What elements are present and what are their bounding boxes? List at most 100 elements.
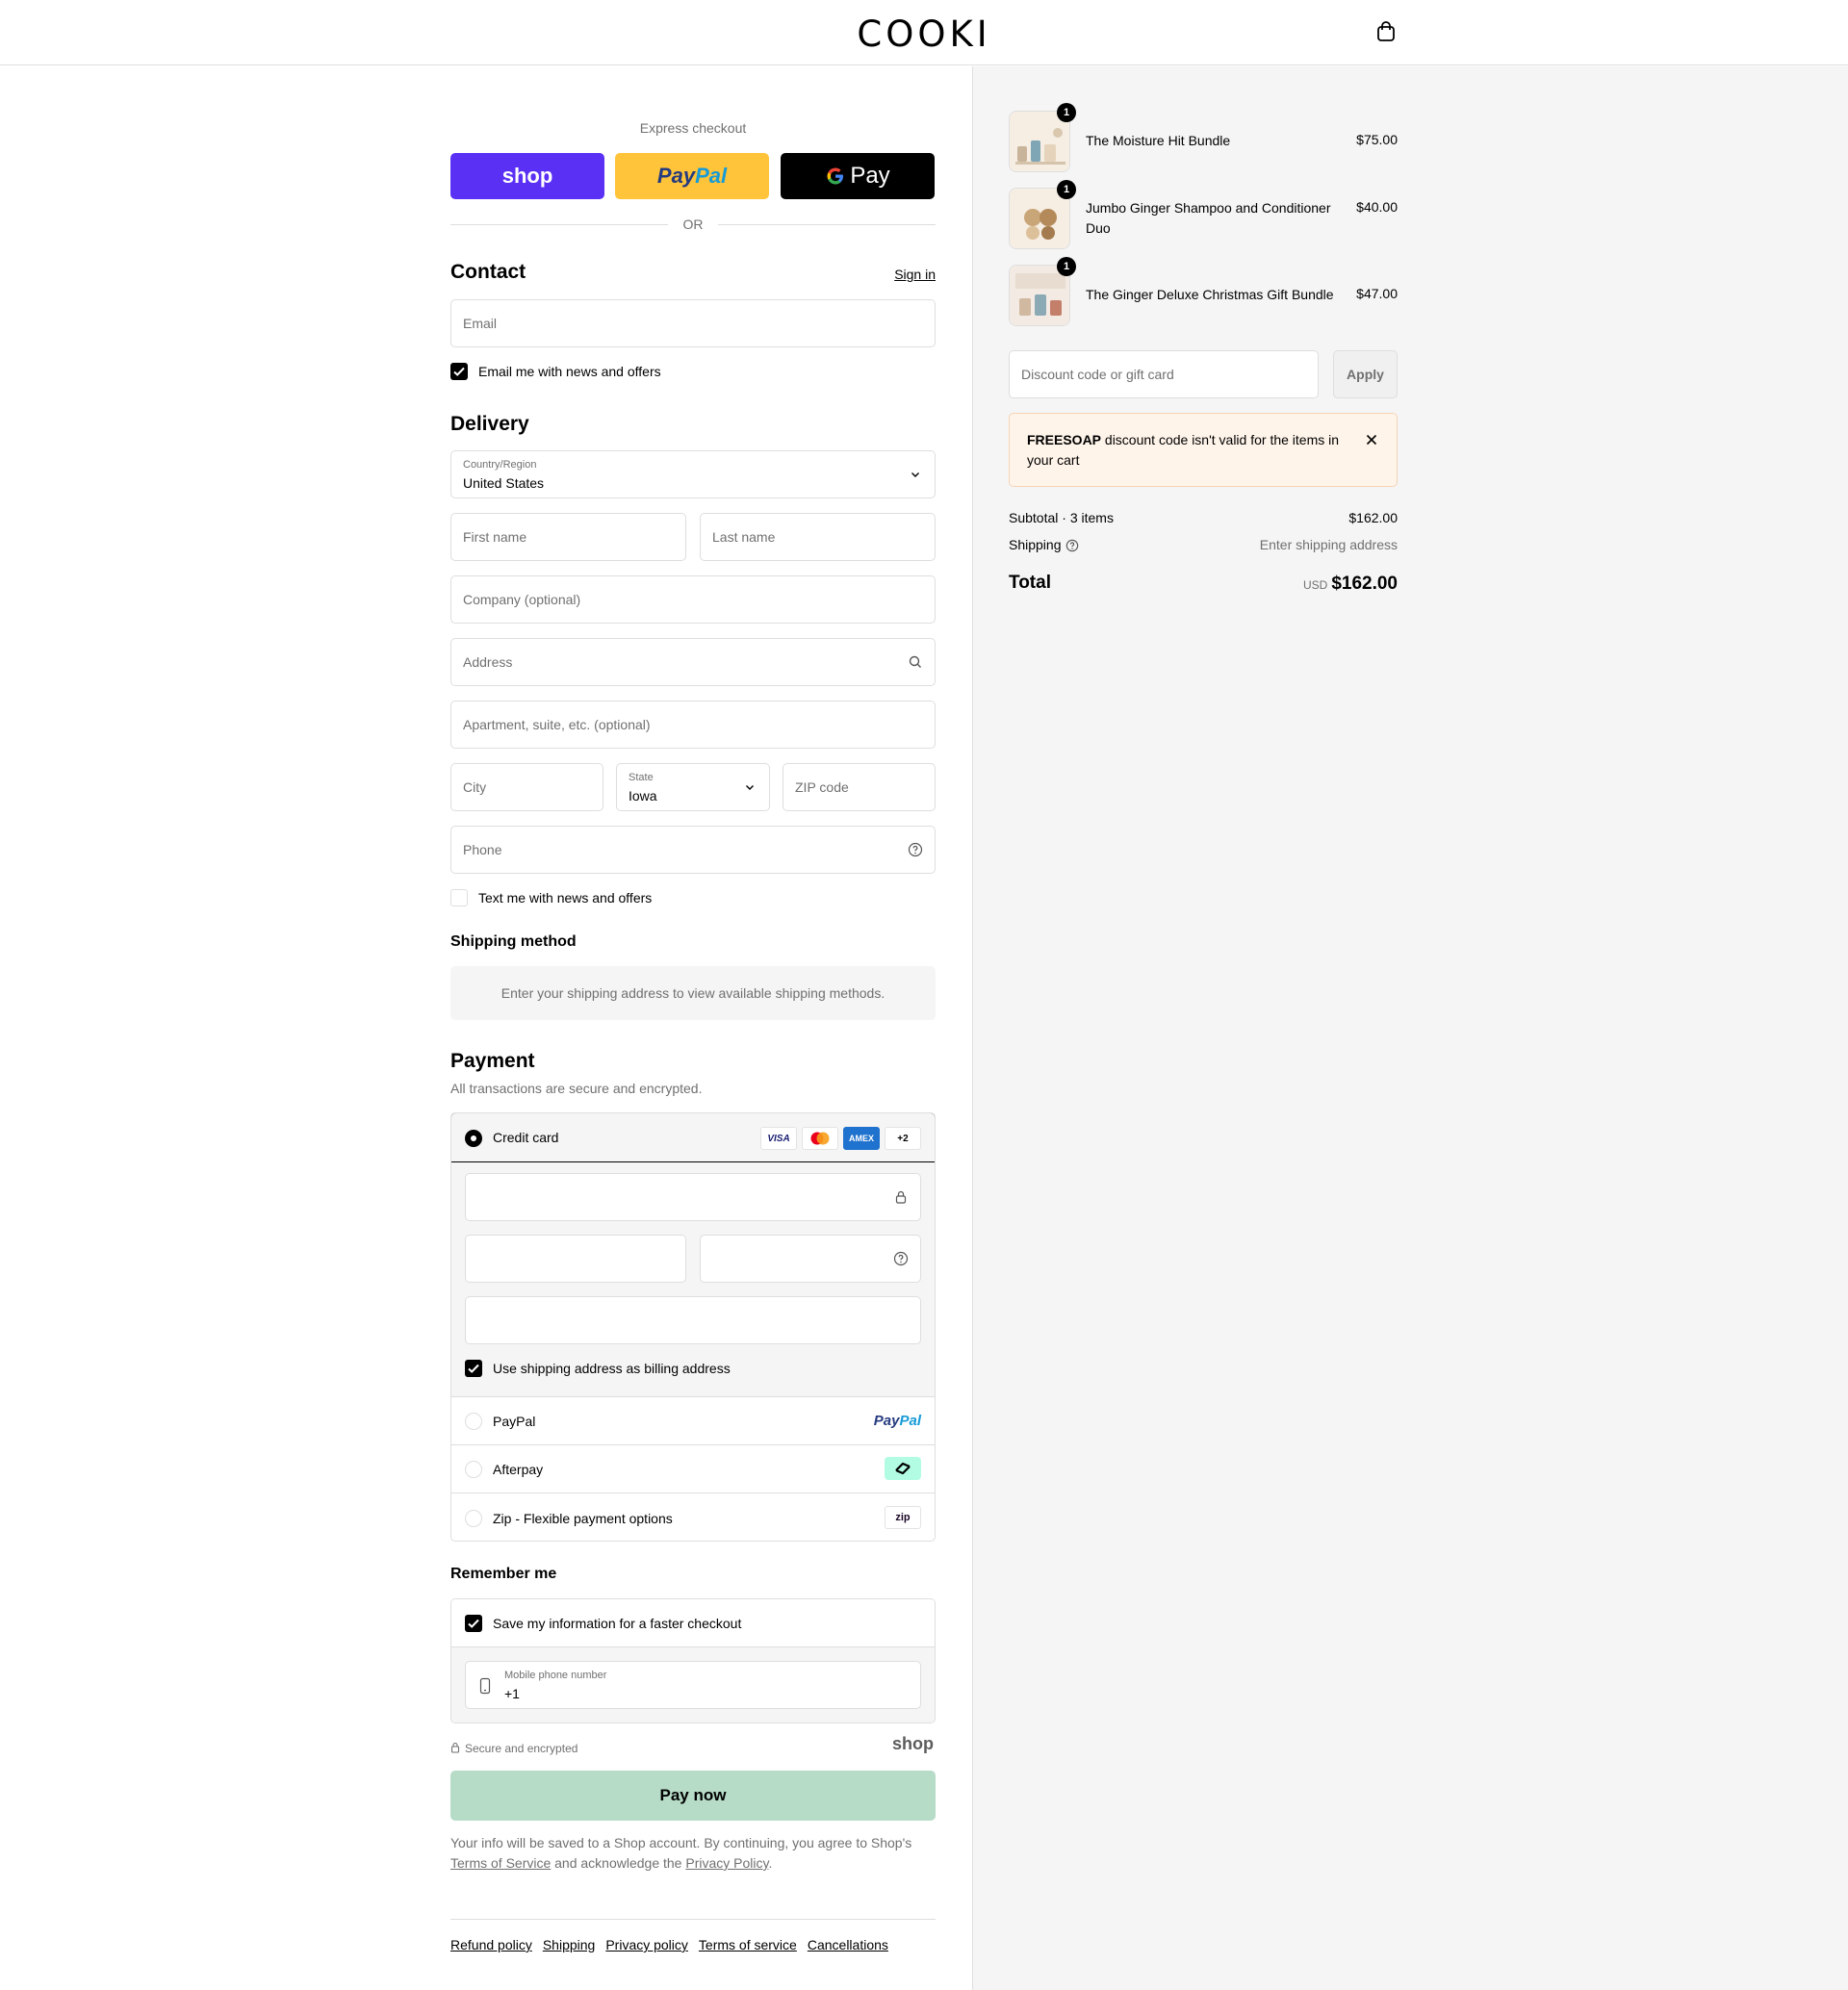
shipping-row: Shipping Enter shipping address (1009, 537, 1398, 552)
email-news-checkbox[interactable] (450, 363, 468, 380)
afterpay-arrows (895, 1462, 911, 1475)
first-name-field[interactable]: First name (450, 513, 686, 561)
paypal-logo-part2: Pal (899, 1413, 921, 1429)
billing-address-checkbox[interactable] (465, 1360, 482, 1377)
shipping-policy-link[interactable]: Shipping (543, 1937, 596, 1952)
last-name-field[interactable]: Last name (700, 513, 936, 561)
terms-of-service-link[interactable]: Terms of service (699, 1937, 797, 1952)
sign-in-link[interactable]: Sign in (894, 267, 936, 282)
paypal-icon: PayPal (874, 1413, 921, 1429)
product-price: $75.00 (1356, 132, 1398, 147)
last-name-placeholder: Last name (712, 529, 776, 545)
paypal-option[interactable]: PayPal PayPal (451, 1397, 935, 1445)
save-info-row: Save my information for a faster checkou… (451, 1599, 935, 1647)
disclaimer-text: Your info will be saved to a Shop accoun… (450, 1835, 912, 1850)
help-circle-icon[interactable] (908, 842, 923, 857)
help-circle-icon[interactable] (1065, 539, 1079, 552)
city-field[interactable]: City (450, 763, 603, 811)
payment-heading: Payment (450, 1050, 535, 1072)
product-name: The Moisture Hit Bundle (1086, 133, 1231, 148)
save-info-checkbox[interactable] (465, 1615, 482, 1632)
mobile-phone-label: Mobile phone number (504, 1670, 607, 1681)
google-pay-button[interactable]: Pay (781, 153, 935, 199)
text-news-checkbox[interactable] (450, 889, 468, 906)
state-value: Iowa (629, 788, 657, 804)
apartment-field[interactable]: Apartment, suite, etc. (optional) (450, 701, 936, 749)
credit-card-label: Credit card (493, 1130, 559, 1145)
privacy-policy-link[interactable]: Privacy Policy (685, 1855, 768, 1871)
apply-discount-button[interactable]: Apply (1333, 350, 1398, 398)
subtotal-label: Subtotal · 3 items (1009, 510, 1114, 525)
quantity-badge: 1 (1057, 257, 1076, 276)
product-price: $47.00 (1356, 286, 1398, 301)
country-value: United States (463, 475, 545, 491)
more-cards-badge: +2 (885, 1127, 921, 1150)
zip-option[interactable]: Zip - Flexible payment options zip (451, 1493, 935, 1541)
subtotal-row: Subtotal · 3 items $162.00 (1009, 510, 1398, 525)
contact-heading: Contact (450, 261, 526, 283)
afterpay-radio[interactable] (465, 1461, 482, 1478)
total-label: Total (1009, 573, 1051, 593)
paypal-express-button[interactable]: Pay Pal (615, 153, 769, 199)
save-info-label: Save my information for a faster checkou… (493, 1616, 742, 1631)
name-on-card-field[interactable] (465, 1296, 921, 1344)
security-code-field[interactable] (700, 1235, 921, 1283)
paypal-logo-part2: Pal (695, 164, 728, 188)
email-field[interactable]: Email (450, 299, 936, 347)
paypal-radio[interactable] (465, 1413, 482, 1430)
discount-error-message: FREESOAP discount code isn't valid for t… (1027, 430, 1354, 471)
shop-pay-button[interactable]: shop (450, 153, 604, 199)
email-placeholder: Email (463, 316, 498, 331)
card-number-field[interactable] (465, 1173, 921, 1221)
total-value: $162.00 (1331, 574, 1398, 594)
credit-card-radio[interactable] (465, 1130, 482, 1147)
company-field[interactable]: Company (optional) (450, 575, 936, 624)
shopping-bag-icon[interactable] (1376, 21, 1396, 42)
google-g-icon (827, 167, 844, 185)
privacy-policy-link[interactable]: Privacy policy (605, 1937, 688, 1952)
afterpay-label: Afterpay (493, 1462, 544, 1477)
afterpay-option[interactable]: Afterpay (451, 1445, 935, 1493)
mobile-phone-value: +1 (504, 1686, 520, 1701)
visa-logo-text: VISA (767, 1133, 790, 1144)
zip-field[interactable]: ZIP code (783, 763, 936, 811)
address-placeholder: Address (463, 654, 513, 670)
product-name: Jumbo Ginger Shampoo and Conditioner Duo (1086, 200, 1331, 236)
chevron-down-icon (911, 472, 919, 477)
store-logo[interactable]: COOKI (0, 13, 1848, 55)
state-select[interactable]: State Iowa (616, 763, 770, 811)
check-icon (453, 367, 465, 376)
mobile-phone-field[interactable]: Mobile phone number +1 (465, 1661, 921, 1709)
address-field[interactable]: Address (450, 638, 936, 686)
expiration-date-field[interactable] (465, 1235, 686, 1283)
or-separator: OR (682, 217, 704, 232)
refund-policy-link[interactable]: Refund policy (450, 1937, 532, 1952)
terms-of-service-link[interactable]: Terms of Service (450, 1855, 551, 1871)
country-select[interactable]: Country/Region United States (450, 450, 936, 498)
cancellations-link[interactable]: Cancellations (808, 1937, 888, 1952)
shipping-method-note: Enter your shipping address to view avai… (450, 966, 936, 1020)
visa-icon: VISA (760, 1127, 797, 1150)
header: COOKI (0, 0, 1848, 65)
more-cards-count: +2 (897, 1133, 909, 1144)
delivery-heading: Delivery (450, 413, 529, 435)
lock-icon (450, 1742, 460, 1753)
shop-logo: shop (892, 1734, 934, 1753)
zip-radio[interactable] (465, 1510, 482, 1527)
total-amount: USD $162.00 (1303, 574, 1398, 595)
disclaimer-period: . (768, 1855, 773, 1871)
zip-logo-icon: zip (885, 1506, 921, 1529)
cart-item: 1 The Ginger Deluxe Christmas Gift Bundl… (1009, 257, 1398, 326)
discount-code-input[interactable]: Discount code or gift card (1009, 350, 1319, 398)
disclaimer-text: and acknowledge the (554, 1855, 682, 1871)
mobile-phone-icon (479, 1677, 491, 1695)
credit-card-option[interactable]: Credit card VISA AMEX +2 (451, 1113, 935, 1162)
pay-now-button[interactable]: Pay now (450, 1771, 936, 1821)
shipping-label: Shipping (1009, 537, 1062, 552)
quantity-badge: 1 (1057, 103, 1076, 122)
subtotal-value: $162.00 (1348, 510, 1398, 525)
paypal-label: PayPal (493, 1414, 536, 1429)
help-circle-icon[interactable] (893, 1251, 909, 1266)
close-icon[interactable] (1364, 432, 1379, 447)
phone-field[interactable]: Phone (450, 826, 936, 874)
